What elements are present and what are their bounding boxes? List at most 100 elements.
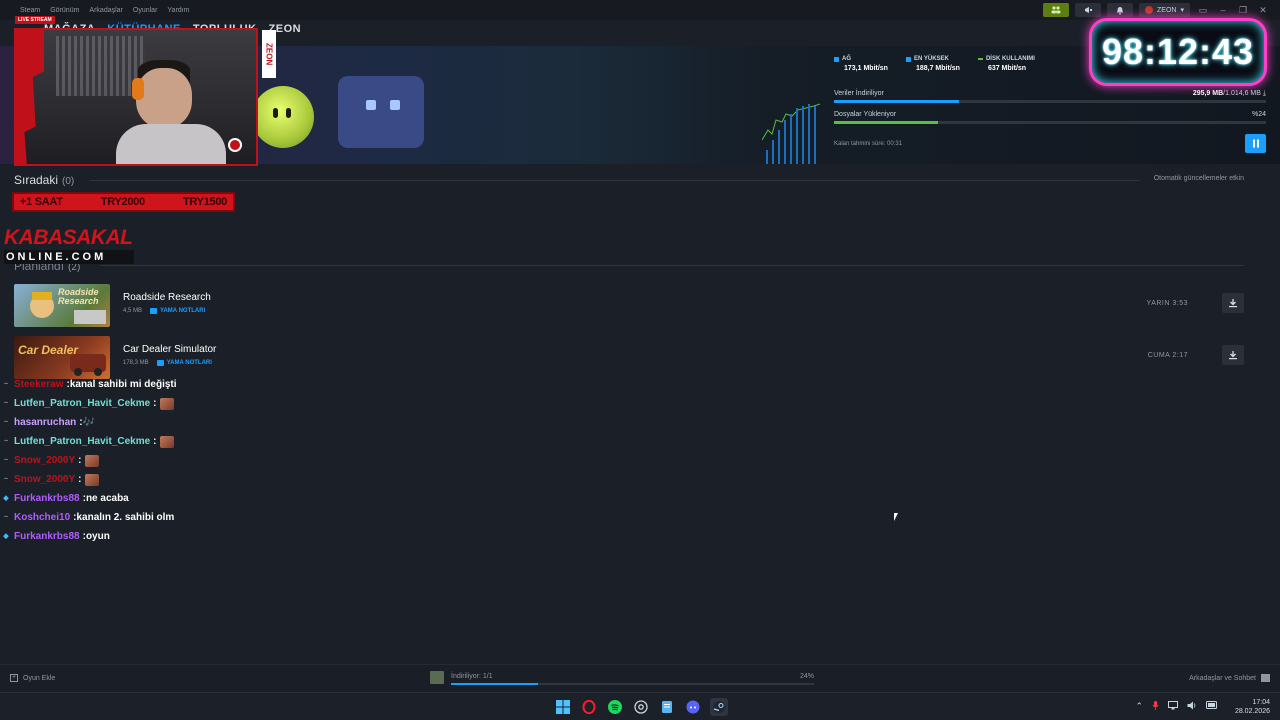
- pause-icon: [1252, 139, 1259, 148]
- download-progress-row: Veriler İndiriliyor 295,9 MB/1.014,6 MB …: [834, 90, 1266, 103]
- game-meta: 4,5 MB YAMA NOTLARI: [123, 308, 206, 314]
- close-button[interactable]: ✕: [1256, 5, 1270, 16]
- windows-start-icon[interactable]: [554, 698, 572, 716]
- friends-chat-button[interactable]: Arkadaşlar ve Sohbet: [1189, 674, 1270, 682]
- chat-username: Steekeraw: [14, 379, 64, 390]
- notes-icon: [150, 308, 158, 314]
- discord-icon[interactable]: [684, 698, 702, 716]
- maximize-button[interactable]: ❐: [1236, 5, 1250, 16]
- webcam-overlay: [14, 28, 258, 166]
- menu-item-help[interactable]: Yardım: [167, 7, 189, 14]
- system-clock[interactable]: 17:04 28.02.2026: [1235, 698, 1270, 716]
- chat-text: kanal sahibi mi değişti: [69, 379, 177, 390]
- hero-art-robot: [338, 76, 424, 148]
- chat-username: Snow_2000Y: [14, 474, 76, 485]
- chat-username: Furkankrbs88: [14, 531, 80, 542]
- patch-notes-link[interactable]: YAMA NOTLARI: [156, 360, 212, 366]
- notepad-icon[interactable]: [658, 698, 676, 716]
- spotify-icon[interactable]: [606, 698, 624, 716]
- download-icon: [1229, 299, 1237, 308]
- pause-button[interactable]: [1245, 134, 1266, 153]
- scheduled-game-row[interactable]: Car Dealer Car Dealer Simulator 178,3 MB…: [14, 336, 1244, 380]
- avatar: [1145, 6, 1154, 14]
- line-icon: [977, 58, 983, 60]
- chat-emote-icon: [159, 435, 174, 448]
- chat-message: ◆ Furkankrbs88: oyun: [3, 531, 110, 542]
- network-icon[interactable]: [1168, 701, 1178, 712]
- game-title[interactable]: Car Dealer Simulator: [123, 344, 216, 355]
- chat-badge-icon: ~: [3, 475, 9, 483]
- eta-text: Kalan tahmini süre: 00:31: [834, 141, 903, 147]
- game-thumbnail[interactable]: Roadside Research: [14, 284, 110, 327]
- menu-item-games[interactable]: Oyunlar: [133, 7, 158, 14]
- divider: [100, 265, 1244, 266]
- microphone-icon[interactable]: [1152, 701, 1159, 712]
- friends-icon[interactable]: [1043, 3, 1070, 17]
- titlebar-controls: ZEON ▾ ▭ – ❐ ✕: [1043, 0, 1280, 20]
- chat-message: ~ Lutfen_Patron_Havit_Cekme:: [2, 394, 362, 413]
- game-meta: 178,3 MB YAMA NOTLARI: [123, 360, 212, 366]
- auto-updates-text[interactable]: Otomatik güncellemeler etkin: [1154, 175, 1244, 182]
- megaphone-icon[interactable]: [1075, 3, 1102, 17]
- stream-timer: 98:12:43: [1089, 18, 1267, 86]
- install-progress-row: Dosyalar Yükleniyor %24: [834, 111, 1266, 124]
- username: ZEON: [1157, 6, 1177, 14]
- chat-message: ◆ Furkankrbs88: ne acaba: [3, 493, 129, 504]
- chat-text: ne acaba: [85, 493, 129, 504]
- download-graph: [762, 103, 820, 164]
- hero-art-sun: [252, 86, 314, 148]
- minimize-button[interactable]: –: [1216, 5, 1230, 15]
- chat-text: kanalın 2. sahibi olm: [76, 512, 175, 523]
- game-thumbnail[interactable]: Car Dealer: [14, 336, 110, 379]
- queue-heading: Sıradaki (0): [14, 173, 75, 187]
- scheduled-game-row[interactable]: Roadside Research Roadside Research 4,5 …: [14, 284, 1244, 328]
- opera-icon[interactable]: [580, 698, 598, 716]
- speaker-icon[interactable]: [1187, 701, 1197, 712]
- download-percent: 24%: [799, 673, 814, 680]
- chat-message: ~ Snow_2000Y:: [2, 470, 362, 489]
- system-tray: ⌃: [1135, 701, 1218, 712]
- price-banner-overlay: +1 SAAT TRY2000 TRY1500: [12, 192, 235, 212]
- chat-text: oyun: [85, 531, 110, 542]
- menu-item-view[interactable]: Görünüm: [50, 7, 79, 14]
- game-title[interactable]: Roadside Research: [123, 292, 211, 303]
- chat-badge-icon: ◆: [3, 532, 9, 540]
- bell-icon[interactable]: [1107, 3, 1134, 17]
- downloading-label: Veriler İndiriliyor: [834, 90, 884, 97]
- menu-item-steam[interactable]: Steam: [20, 7, 40, 14]
- plus-icon: +: [10, 674, 18, 682]
- bottom-download-status[interactable]: İndiriliyor: 1/1 24%: [430, 671, 814, 687]
- download-button[interactable]: [1222, 345, 1244, 365]
- live-badge: LIVE STREAM: [15, 16, 55, 24]
- add-game-button[interactable]: + Oyun Ekle: [10, 674, 55, 682]
- divider: [90, 180, 1140, 181]
- install-percent: %24: [1251, 111, 1266, 118]
- download-icon: ⤓: [1262, 90, 1266, 97]
- windows-taskbar: ⌃ 17:04 28.02.2026: [0, 692, 1280, 720]
- user-menu-button[interactable]: ZEON ▾: [1139, 3, 1190, 17]
- stat-network: AĞ 173,1 Mbit/sn: [834, 56, 888, 72]
- download-icon: [1229, 351, 1237, 360]
- downloading-count: İndiriliyor: 1/1: [451, 673, 493, 680]
- chat-username: hasanruchan: [14, 417, 77, 428]
- chat-text: 🎶: [82, 417, 96, 428]
- clock-date: 28.02.2026: [1234, 708, 1270, 715]
- bars-icon: [834, 56, 839, 62]
- battery-icon[interactable]: [1206, 701, 1218, 712]
- chrome-icon[interactable]: [632, 698, 650, 716]
- chevron-up-icon[interactable]: ⌃: [1135, 701, 1143, 712]
- downloaded-amount: 295,9 MB/1.014,6 MB ⤓: [1192, 90, 1266, 97]
- timer-value: 98:12:43: [1101, 31, 1255, 72]
- download-button[interactable]: [1222, 293, 1244, 313]
- chat-icon: [1261, 674, 1270, 682]
- big-picture-icon[interactable]: ▭: [1196, 5, 1210, 16]
- mouse-cursor: [894, 513, 898, 521]
- chat-badge-icon: ~: [3, 456, 9, 464]
- steam-icon[interactable]: [710, 698, 728, 716]
- patch-notes-link[interactable]: YAMA NOTLARI: [150, 308, 205, 314]
- menu-item-friends[interactable]: Arkadaşlar: [89, 7, 122, 14]
- network-stats: AĞ 173,1 Mbit/sn EN YÜKSEK 188,7 Mbit/sn…: [834, 56, 1035, 72]
- chat-badge-icon: ◆: [3, 494, 9, 502]
- clock-time: 17:04: [1252, 699, 1270, 706]
- chat-badge-icon: ~: [3, 437, 9, 445]
